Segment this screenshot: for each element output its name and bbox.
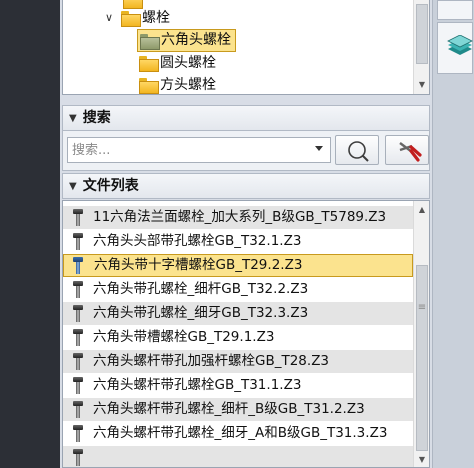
search-button[interactable] [335, 135, 379, 165]
tree-scrollbar[interactable]: ▼ [413, 0, 429, 94]
tree-scrollbar-thumb[interactable] [416, 4, 428, 64]
search-section-title: 搜索 [82, 110, 111, 126]
scrollbar-grip-icon: ≡ [417, 302, 427, 313]
file-list-item[interactable]: 六角头带槽螺栓GB_T29.1.Z3 [63, 326, 413, 349]
file-name: 六角头螺杆带孔螺栓_细牙_A和B级GB_T31.3.Z3 [93, 425, 388, 441]
folder-icon [123, 0, 143, 9]
tree-item-label: 六角头螺栓 [161, 32, 231, 48]
bolt-file-icon [70, 305, 86, 322]
file-name: 六角头带孔螺栓_细杆GB_T32.2.Z3 [93, 281, 309, 297]
bolt-file-icon [70, 281, 86, 298]
bolt-file-icon [70, 425, 86, 442]
palette-tab-layers[interactable] [437, 22, 473, 74]
file-name: 六角头头部带孔螺栓GB_T32.1.Z3 [93, 233, 302, 249]
search-input[interactable] [67, 137, 331, 163]
pliers-icon [399, 142, 422, 162]
tree-item-bolts[interactable]: 螺栓 [121, 7, 170, 29]
file-list-item[interactable]: 六角头带孔螺栓_细牙GB_T32.3.Z3 [63, 302, 413, 325]
file-list-scrollbar[interactable]: ▲ ≡ ▼ [413, 201, 429, 467]
file-name: 11六角法兰面螺栓_加大系列_B级GB_T5789.Z3 [93, 209, 387, 225]
scroll-up-arrow-icon[interactable]: ▲ [414, 203, 429, 217]
tree-item-hex-head-bolt[interactable]: 六角头螺栓 [137, 29, 236, 52]
file-list-item[interactable]: 六角头带孔螺栓_细杆GB_T32.2.Z3 [63, 278, 413, 301]
search-section-header[interactable]: ▼ 搜索 [62, 105, 430, 131]
bolt-file-icon [70, 209, 86, 226]
file-name: 六角头带槽螺栓GB_T29.1.Z3 [93, 329, 275, 345]
layers-icon [447, 35, 473, 55]
library-panel: ∨ 螺栓 六角头螺栓 圆头螺栓 方头螺栓 ▼ ▼ 搜索 搜索... ▼ 文件列表… [60, 0, 432, 468]
file-list-item[interactable]: 六角头螺杆带孔螺栓_细杆_B级GB_T31.2.Z3 [63, 398, 413, 421]
file-list-section-header[interactable]: ▼ 文件列表 [62, 173, 430, 199]
scroll-down-arrow-icon[interactable]: ▼ [414, 453, 429, 467]
file-list-item[interactable]: 11六角法兰面螺栓_加大系列_B级GB_T5789.Z3 [63, 206, 413, 229]
bolt-file-icon [70, 449, 86, 466]
open-folder-icon [140, 33, 160, 50]
file-list-item-selected[interactable]: 六角头带十字槽螺栓GB_T29.2.Z3 [63, 254, 413, 277]
collapse-triangle-icon: ▼ [69, 113, 77, 124]
palette-tab-top[interactable] [437, 0, 473, 20]
file-name: 六角头螺杆带孔螺栓GB_T31.1.Z3 [93, 377, 302, 393]
bolt-file-icon [70, 353, 86, 370]
tree-item-square-head-bolt[interactable]: 方头螺栓 [139, 74, 216, 94]
file-name: 六角头带孔螺栓_细牙GB_T32.3.Z3 [93, 305, 309, 321]
search-history-dropdown-icon[interactable] [315, 146, 323, 151]
file-name: 六角头带十字槽螺栓GB_T29.2.Z3 [94, 257, 303, 273]
folder-icon [121, 11, 141, 27]
tree-item-label: 方头螺栓 [160, 77, 216, 93]
collapse-triangle-icon: ▼ [69, 181, 77, 192]
file-list-item[interactable]: 六角头螺杆带孔螺栓_细牙_A和B级GB_T31.3.Z3 [63, 422, 413, 445]
bolt-file-icon [70, 257, 86, 274]
folder-icon [139, 78, 159, 94]
bolt-file-icon [70, 377, 86, 394]
bolt-file-icon [70, 401, 86, 418]
scroll-down-arrow-icon[interactable]: ▼ [414, 78, 429, 92]
file-list-item[interactable]: 六角头螺杆带孔螺栓GB_T31.1.Z3 [63, 374, 413, 397]
tree-item-round-head-bolt[interactable]: 圆头螺栓 [139, 52, 216, 74]
file-name: 六角头螺杆带孔加强杆螺栓GB_T28.Z3 [93, 353, 330, 369]
file-list: 11六角法兰面螺栓_加大系列_B级GB_T5789.Z3 六角头头部带孔螺栓GB… [62, 200, 430, 468]
file-list-item[interactable]: 六角头螺杆带孔加强杆螺栓GB_T28.Z3 [63, 350, 413, 373]
magnifier-icon [348, 141, 369, 162]
folder-icon [139, 56, 159, 72]
collapse-chevron-icon[interactable]: ∨ [105, 11, 113, 24]
search-toolbar [62, 131, 430, 171]
tree-item-label: 圆头螺栓 [160, 55, 216, 71]
bolt-file-icon [70, 233, 86, 250]
file-list-scrollbar-thumb[interactable] [416, 265, 428, 451]
tree-item-label: 螺栓 [142, 10, 170, 26]
file-list-item-partial[interactable] [63, 446, 413, 467]
file-list-section-title: 文件列表 [82, 178, 139, 194]
clear-search-button[interactable] [385, 135, 429, 165]
file-name: 六角头螺杆带孔螺栓_细杆_B级GB_T31.2.Z3 [93, 401, 365, 417]
left-dark-gutter [0, 0, 60, 468]
bolt-file-icon [70, 329, 86, 346]
category-tree: ∨ 螺栓 六角头螺栓 圆头螺栓 方头螺栓 ▼ [62, 0, 430, 95]
right-palette-strip [432, 0, 474, 468]
file-list-item[interactable]: 六角头头部带孔螺栓GB_T32.1.Z3 [63, 230, 413, 253]
